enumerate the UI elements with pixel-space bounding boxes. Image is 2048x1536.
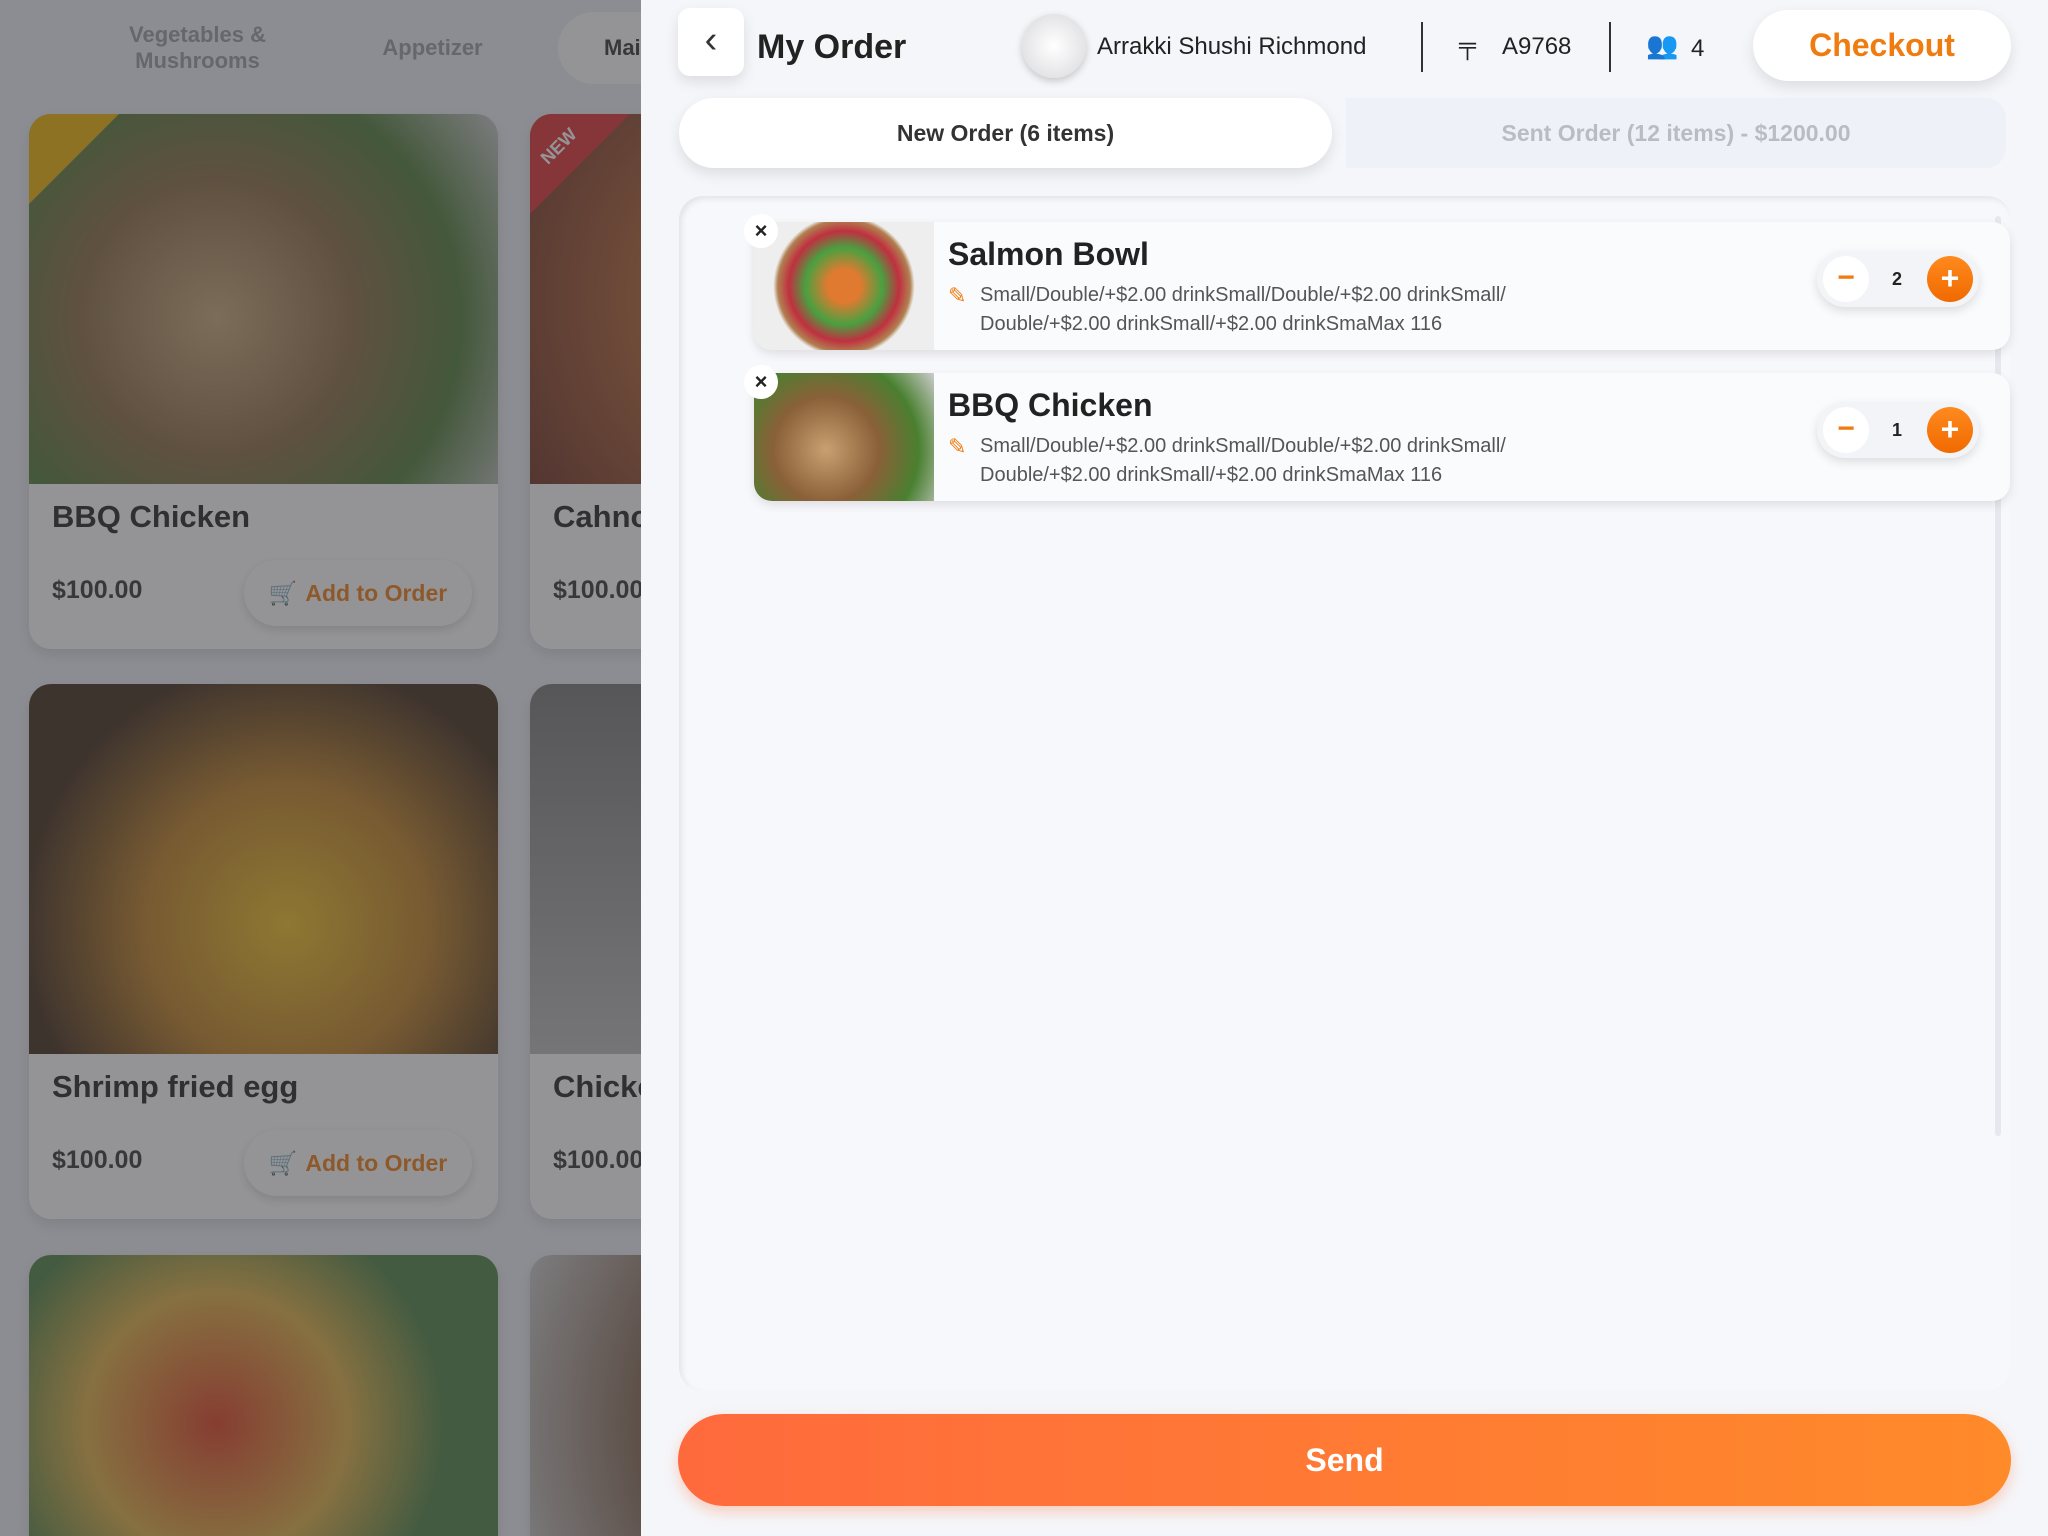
add-label: Add to Order bbox=[305, 579, 448, 606]
order-item: × BBQ Chicken ✎ Small/Double/+$2.00 drin… bbox=[744, 365, 2010, 501]
item-image bbox=[754, 222, 934, 350]
card-price: $100.00 bbox=[52, 1146, 143, 1174]
category-main[interactable]: Mai bbox=[558, 12, 641, 84]
quantity-value: 1 bbox=[1891, 420, 1902, 440]
card-name: Cahno bbox=[553, 499, 641, 534]
people-icon: 👥 bbox=[1646, 30, 1679, 60]
page-title: My Order bbox=[757, 28, 907, 66]
quantity-value: 2 bbox=[1891, 269, 1902, 289]
decrement-button[interactable]: − bbox=[1823, 407, 1869, 453]
order-panel: ‹ My Order Arrakki Shushi Richmond ╤ A97… bbox=[641, 0, 2048, 1536]
add-to-order-button[interactable]: 🛒 Add to Order bbox=[244, 560, 472, 626]
food-image bbox=[530, 684, 641, 1054]
item-options: Double/+$2.00 drinkSmall/+$2.00 drinkSma… bbox=[980, 464, 1443, 486]
restaurant-logo bbox=[1022, 14, 1086, 78]
tab-sent-order[interactable]: Sent Order (12 items) - $1200.00 bbox=[1346, 98, 2006, 168]
increment-button[interactable]: + bbox=[1927, 256, 1973, 302]
item-options: Small/Double/+$2.00 drinkSmall/Double/+$… bbox=[980, 435, 1506, 457]
edit-icon[interactable]: ✎ bbox=[948, 434, 966, 460]
food-image bbox=[29, 1255, 498, 1536]
card-price: $100.00 bbox=[553, 1146, 641, 1174]
card-price: $100.00 bbox=[553, 576, 641, 604]
menu-card[interactable]: BBQ Chicken $100.00 🛒 Add to Order bbox=[29, 114, 498, 649]
divider bbox=[1609, 22, 1611, 72]
add-to-order-button[interactable]: 🛒 Add to Order bbox=[244, 1130, 472, 1196]
table-number: A9768 bbox=[1502, 33, 1572, 60]
food-image bbox=[530, 1255, 641, 1536]
scrollbar[interactable] bbox=[1995, 216, 2001, 1136]
menu-card[interactable] bbox=[29, 1255, 498, 1536]
menu-card[interactable]: Chicke $100.00 bbox=[530, 684, 641, 1219]
item-name: Salmon Bowl bbox=[948, 236, 1149, 272]
decrement-button[interactable]: − bbox=[1823, 256, 1869, 302]
chevron-left-icon: ‹ bbox=[704, 19, 718, 61]
menu-panel: Vegetables & Mushrooms Appetizer Mai BBQ… bbox=[0, 0, 641, 1536]
card-name: BBQ Chicken bbox=[52, 499, 251, 534]
category-vegetables[interactable]: Vegetables & Mushrooms bbox=[85, 12, 310, 84]
category-appetizer[interactable]: Appetizer bbox=[320, 12, 545, 84]
cart-icon: 🛒 bbox=[268, 1149, 298, 1176]
order-list: × Salmon Bowl ✎ Small/Double/+$2.00 drin… bbox=[679, 196, 2011, 1391]
quantity-stepper: − 1 + bbox=[1817, 402, 1979, 458]
food-image bbox=[29, 684, 498, 1054]
menu-card[interactable] bbox=[530, 1255, 641, 1536]
checkout-button[interactable]: Checkout bbox=[1753, 10, 2011, 81]
remove-item-button[interactable]: × bbox=[744, 365, 778, 399]
guest-count: 4 bbox=[1691, 35, 1705, 62]
item-name: BBQ Chicken bbox=[948, 387, 1153, 423]
card-price: $100.00 bbox=[52, 576, 143, 604]
new-badge bbox=[530, 114, 630, 214]
edit-icon[interactable]: ✎ bbox=[948, 283, 966, 309]
item-options: Small/Double/+$2.00 drinkSmall/Double/+$… bbox=[980, 284, 1506, 306]
back-button[interactable]: ‹ bbox=[678, 8, 744, 76]
send-button[interactable]: Send bbox=[678, 1414, 2011, 1506]
card-name: Shrimp fried egg bbox=[52, 1069, 299, 1104]
item-options: Double/+$2.00 drinkSmall/+$2.00 drinkSma… bbox=[980, 313, 1443, 335]
card-name: Chicke bbox=[553, 1069, 641, 1104]
remove-item-button[interactable]: × bbox=[744, 214, 778, 248]
menu-card[interactable]: NEW Cahno $100.00 bbox=[530, 114, 641, 649]
quantity-stepper: − 2 + bbox=[1817, 251, 1979, 307]
increment-button[interactable]: + bbox=[1927, 407, 1973, 453]
item-image bbox=[754, 373, 934, 501]
restaurant-name: Arrakki Shushi Richmond bbox=[1097, 33, 1367, 60]
divider bbox=[1421, 22, 1423, 72]
order-item: × Salmon Bowl ✎ Small/Double/+$2.00 drin… bbox=[744, 214, 2010, 350]
tab-new-order[interactable]: New Order (6 items) bbox=[679, 98, 1332, 168]
thumbs-up-icon bbox=[29, 114, 119, 204]
cart-icon: 🛒 bbox=[268, 579, 298, 606]
add-label: Add to Order bbox=[305, 1149, 448, 1176]
menu-card[interactable]: Shrimp fried egg $100.00 🛒 Add to Order bbox=[29, 684, 498, 1219]
table-icon: ╤ bbox=[1459, 32, 1477, 59]
